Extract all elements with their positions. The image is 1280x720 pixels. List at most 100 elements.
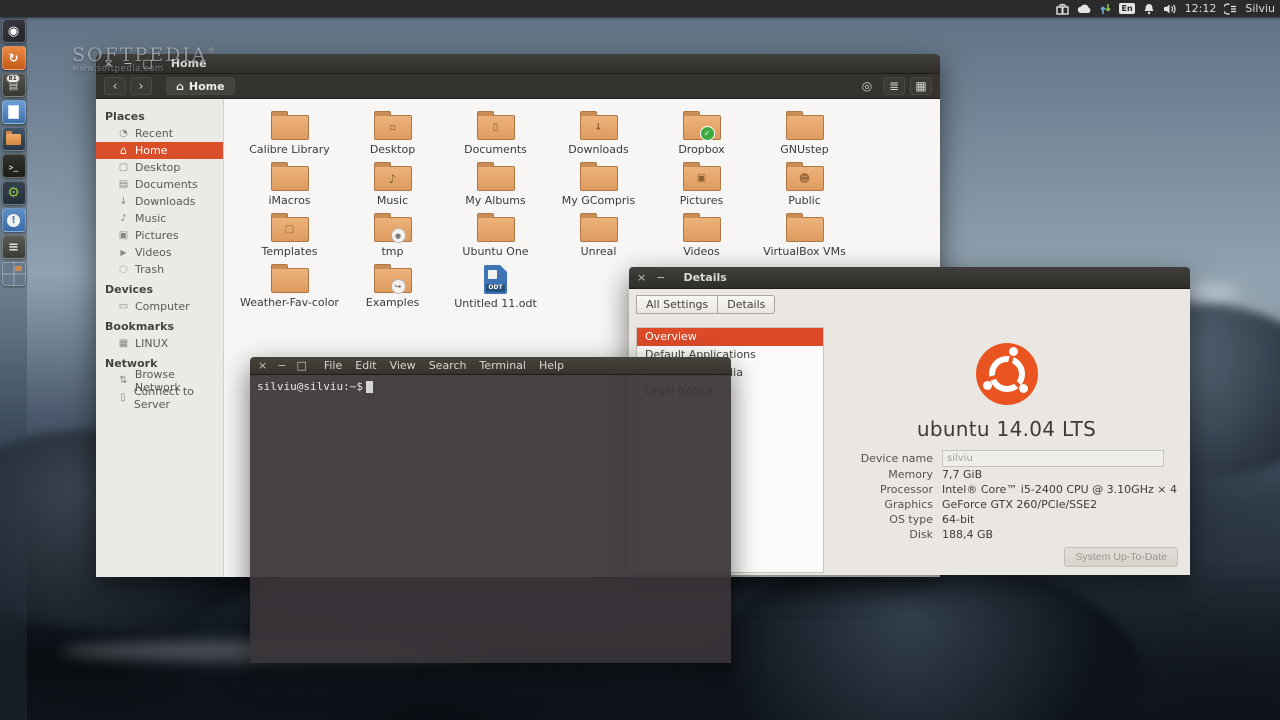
device-name-input[interactable] [942,450,1164,467]
forward-button[interactable]: › [130,77,152,95]
details-section-item[interactable]: Overview [637,328,823,346]
maximize-button[interactable]: □ [142,55,152,73]
terminal-body[interactable]: silviu@silviu:~$ [250,375,731,663]
file-item[interactable]: VirtualBox VMs [753,210,856,261]
file-item-label: Ubuntu One [462,245,529,258]
settings-nav-button[interactable]: Details [718,295,776,314]
terminal-cursor [365,381,373,393]
file-item-label: Untitled 11.odt [454,297,537,310]
menu-item[interactable]: Edit [355,359,376,372]
file-item[interactable]: Desktop [341,108,444,159]
dock-icon[interactable] [1,154,26,178]
terminal-titlebar[interactable]: × − □ File Edit View Search Terminal Help [250,357,731,375]
system-up-to-date-button[interactable]: System Up-To-Date [1064,547,1178,567]
sidebar-row[interactable]: Music [96,210,223,227]
gift-indicator-icon[interactable] [1056,3,1070,15]
file-item[interactable]: Pictures [650,159,753,210]
dock-icon[interactable] [1,235,26,259]
file-item[interactable]: Ubuntu One [444,210,547,261]
folder-icon [476,162,515,191]
list-view-icon[interactable]: ≣ [883,77,905,95]
sidebar-row-icon [118,213,129,224]
file-item[interactable]: ODT Untitled 11.odt [444,261,547,312]
grid-view-icon[interactable]: ▦ [910,77,932,95]
file-item[interactable]: iMacros [238,159,341,210]
file-manager-titlebar[interactable]: × − □ Home [96,54,940,74]
file-item[interactable]: Downloads [547,108,650,159]
dock-icon-glyph [8,52,18,64]
file-item-label: My Albums [465,194,526,207]
dock-icon[interactable] [1,100,26,124]
sidebar-row[interactable]: Connect to Server [96,385,223,411]
search-icon[interactable]: ◎ [856,77,878,95]
keyboard-layout-indicator[interactable]: En [1119,3,1135,14]
sidebar-row[interactable]: Home [96,142,223,159]
sidebar-row[interactable]: Desktop [96,159,223,176]
clock[interactable]: 12:12 [1185,0,1217,17]
dock-icon[interactable] [1,19,26,43]
file-item[interactable]: Unreal [547,210,650,261]
network-traffic-icon[interactable] [1100,3,1112,15]
settings-nav-button[interactable]: All Settings [636,295,719,314]
file-item[interactable]: My GCompris [547,159,650,210]
menu-item[interactable]: File [324,359,342,372]
file-item[interactable]: Public [753,159,856,210]
breadcrumb-label: Home [188,79,225,93]
maximize-button[interactable]: □ [296,357,306,375]
close-button[interactable]: × [104,55,113,73]
file-item[interactable]: Templates [238,210,341,261]
back-button[interactable]: ‹ [104,77,126,95]
file-item-label: My GCompris [561,194,636,207]
dock-icon[interactable] [1,46,26,70]
file-item[interactable]: Dropbox [650,108,753,159]
close-button[interactable]: × [637,269,646,287]
menu-item[interactable]: Search [429,359,467,372]
details-titlebar[interactable]: × − Details [629,267,1190,289]
folder-emblem-icon [390,228,406,243]
sidebar-row-label: Pictures [135,229,179,242]
menu-item[interactable]: Help [539,359,564,372]
dock-icon[interactable] [1,127,26,151]
menu-item[interactable]: View [390,359,416,372]
folder-emblem-icon [699,126,715,141]
sidebar-row[interactable]: Trash [96,261,223,278]
file-item[interactable]: Videos [650,210,753,261]
dock-icon[interactable] [1,181,26,205]
dock-icon[interactable]: 81 [1,73,26,97]
minimize-button[interactable]: − [277,357,286,375]
sidebar-row[interactable]: Devices [96,281,223,298]
file-item[interactable]: Documents [444,108,547,159]
sidebar-row[interactable]: Recent [96,125,223,142]
folder-emblem-icon [375,116,411,139]
file-item[interactable]: GNUstep [753,108,856,159]
minimize-button[interactable]: − [123,55,132,73]
dock-icon[interactable] [1,262,26,286]
file-item[interactable]: Examples [341,261,444,312]
session-indicator-icon[interactable] [1224,2,1237,15]
bell-icon[interactable] [1143,3,1155,15]
file-item[interactable]: Weather-Fav-color [238,261,341,312]
sidebar-row-label: Desktop [135,161,181,174]
sidebar-row[interactable]: LINUX [96,335,223,352]
sidebar-row[interactable]: Places [96,108,223,125]
sidebar-row[interactable]: Videos [96,244,223,261]
minimize-button[interactable]: − [656,269,665,287]
volume-icon[interactable] [1163,3,1177,15]
username-menu[interactable]: Silviu [1245,0,1275,17]
file-item[interactable]: Music [341,159,444,210]
sidebar-row[interactable]: Downloads [96,193,223,210]
sidebar-row[interactable]: Pictures [96,227,223,244]
sidebar-row[interactable]: Bookmarks [96,318,223,335]
sidebar-row[interactable]: Documents [96,176,223,193]
menu-item[interactable]: Terminal [479,359,526,372]
close-button[interactable]: × [258,357,267,375]
file-item[interactable]: tmp [341,210,444,261]
sidebar-row-label: Computer [135,300,190,313]
file-item-label: Downloads [568,143,629,156]
file-item[interactable]: Calibre Library [238,108,341,159]
dock-icon[interactable] [1,208,26,232]
sidebar-row[interactable]: Computer [96,298,223,315]
file-item[interactable]: My Albums [444,159,547,210]
cloud-icon[interactable] [1077,4,1092,14]
breadcrumb[interactable]: ⌂ Home [166,77,235,95]
